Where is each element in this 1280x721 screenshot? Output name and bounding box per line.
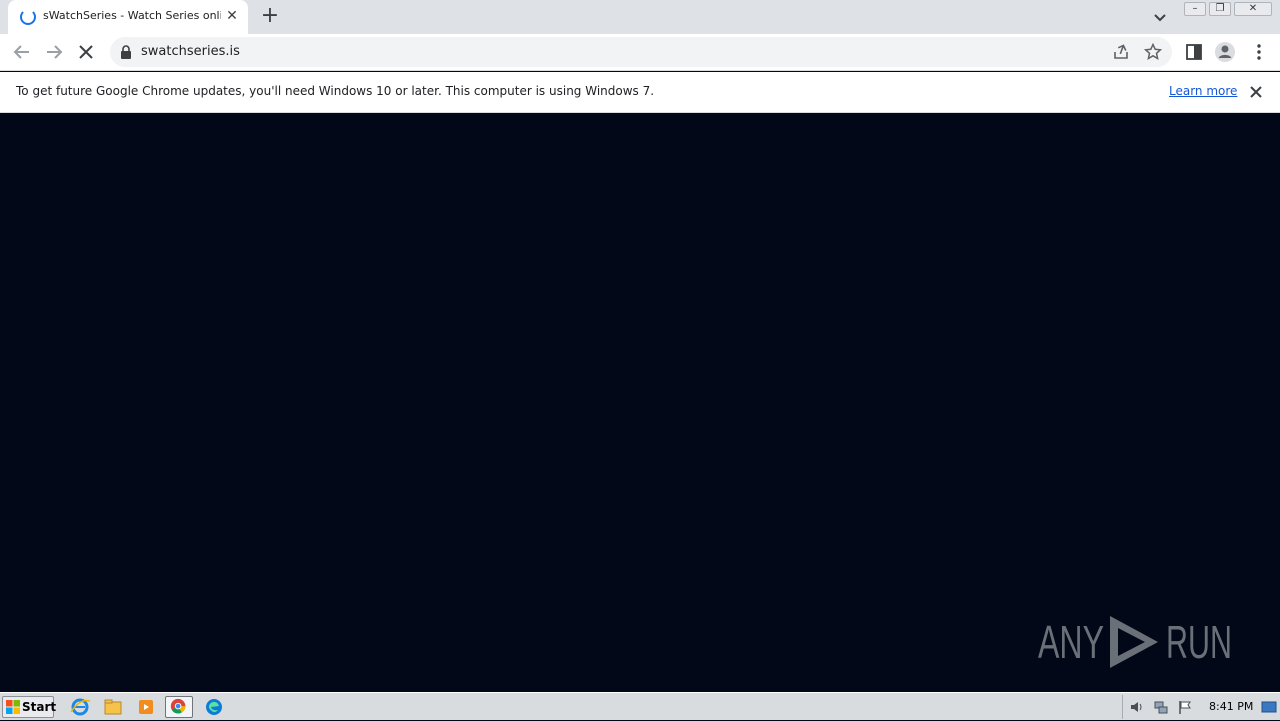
infobar-message: To get future Google Chrome updates, you… [16,84,655,98]
new-tab-button[interactable]: + [258,5,282,29]
tab-search-icon[interactable] [1150,7,1170,27]
show-desktop-icon[interactable] [1261,699,1277,715]
browser-tab[interactable]: sWatchSeries - Watch Series online, ✕ [8,0,248,34]
watermark-text-left: ANY [1038,616,1104,668]
learn-more-link[interactable]: Learn more [1169,84,1237,98]
infobar-close-icon[interactable] [1247,83,1265,101]
volume-icon[interactable] [1129,699,1145,715]
internet-explorer-icon[interactable] [66,696,94,718]
loading-spinner-icon [20,9,36,25]
window-close-button[interactable]: ✕ [1234,2,1272,16]
address-bar[interactable]: swatchseries.is [110,37,1172,67]
system-tray: 8:41 PM [1122,695,1278,719]
action-center-flag-icon[interactable] [1177,699,1193,715]
windows-taskbar: Start 8:41 PM [0,692,1280,720]
chrome-taskbar-button[interactable] [165,696,193,718]
share-icon[interactable] [1112,43,1130,61]
lock-icon[interactable] [120,45,132,59]
edge-icon[interactable] [200,696,228,718]
watermark-text-right: RUN [1166,616,1232,668]
restore-button[interactable]: ❐ [1209,2,1231,16]
bookmark-star-icon[interactable] [1144,43,1162,61]
page-content[interactable]: ANY RUN [0,113,1280,692]
taskbar-clock[interactable]: 8:41 PM [1209,700,1253,713]
windows-flag-icon [6,700,20,714]
play-logo-icon [1110,616,1158,668]
tab-strip: sWatchSeries - Watch Series online, ✕ + … [0,0,1280,34]
back-arrow-icon[interactable] [10,40,34,64]
stop-loading-icon[interactable] [74,40,98,64]
menu-kebab-icon[interactable] [1248,41,1270,63]
media-player-icon[interactable] [132,696,160,718]
profile-avatar-icon[interactable] [1214,41,1236,63]
start-button[interactable]: Start [2,696,57,718]
tab-title: sWatchSeries - Watch Series online, [43,9,221,22]
anyrun-watermark: ANY RUN [1038,616,1232,668]
chrome-icon [170,698,186,714]
browser-toolbar: swatchseries.is [0,34,1280,71]
tab-close-icon[interactable]: ✕ [224,8,240,24]
url-text[interactable]: swatchseries.is [141,44,240,59]
network-icon[interactable] [1153,699,1169,715]
start-label: Start [22,700,57,714]
side-panel-icon[interactable] [1183,41,1205,63]
forward-arrow-icon[interactable] [42,40,66,64]
file-explorer-icon[interactable] [99,696,127,718]
minimize-button[interactable]: – [1184,2,1206,16]
update-infobar: To get future Google Chrome updates, you… [0,72,1280,113]
